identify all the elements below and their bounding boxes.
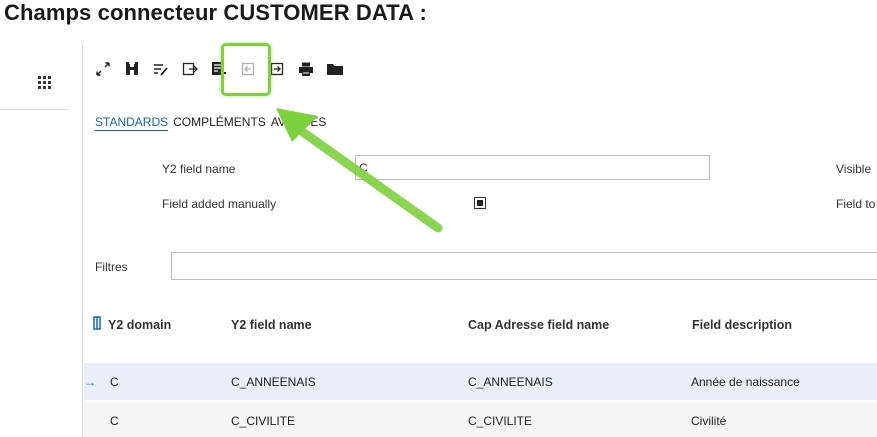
apps-grid-icon[interactable] (38, 76, 52, 90)
tab-avances[interactable]: AVANCÉS (271, 115, 327, 131)
page-title: Champs connecteur CUSTOMER DATA : (4, 0, 427, 25)
export-icon[interactable] (180, 60, 200, 78)
panel-divider (82, 45, 83, 437)
expand-icon[interactable] (93, 60, 113, 78)
table-row[interactable]: → C C_ANNEENAIS C_ANNEENAIS Année de nai… (84, 363, 877, 400)
toolbar-highlight (221, 43, 271, 96)
cell-field-name: C_ANNEENAIS (231, 374, 316, 389)
y2-field-name-label: Y2 field name (162, 162, 236, 176)
field-to-label: Field to (836, 197, 876, 211)
cell-description: Civilité (691, 413, 727, 428)
tab-standards[interactable]: STANDARDS (95, 115, 169, 131)
cell-cap-field-name: C_ANNEENAIS (468, 374, 553, 389)
header-y2-field-name[interactable]: Y2 field name (231, 318, 312, 332)
edit-list-icon[interactable] (151, 60, 171, 78)
filters-label: Filtres (95, 260, 128, 274)
binoculars-icon[interactable] (122, 60, 142, 78)
table-row[interactable]: C C_CIVILITE C_CIVILITE Civilité (84, 402, 877, 437)
selected-row-arrow-icon: → (84, 374, 96, 389)
printer-icon[interactable] (296, 60, 316, 78)
filters-input[interactable] (171, 252, 877, 280)
header-y2-domain[interactable]: Y2 domain (108, 318, 171, 332)
y2-field-name-input[interactable] (355, 155, 710, 180)
cell-field-name: C_CIVILITE (231, 413, 296, 428)
column-settings-icon[interactable] (92, 316, 102, 330)
visible-label: Visible (836, 162, 872, 176)
folder-icon[interactable] (325, 60, 345, 78)
header-cap-adresse-field-name[interactable]: Cap Adresse field name (468, 318, 609, 332)
cell-domain: C (110, 413, 119, 428)
cell-cap-field-name: C_CIVILITE (468, 413, 533, 428)
field-added-manually-label: Field added manually (162, 197, 277, 211)
cell-description: Année de naissance (691, 374, 800, 389)
left-rail (0, 50, 68, 110)
tab-complements[interactable]: COMPLÉMENTS (173, 115, 266, 131)
cell-domain: C (110, 374, 119, 389)
field-added-manually-checkbox[interactable] (474, 197, 486, 209)
tab-bar: STANDARDS COMPLÉMENTS AVANCÉS (95, 115, 331, 131)
header-field-description[interactable]: Field description (692, 318, 792, 332)
